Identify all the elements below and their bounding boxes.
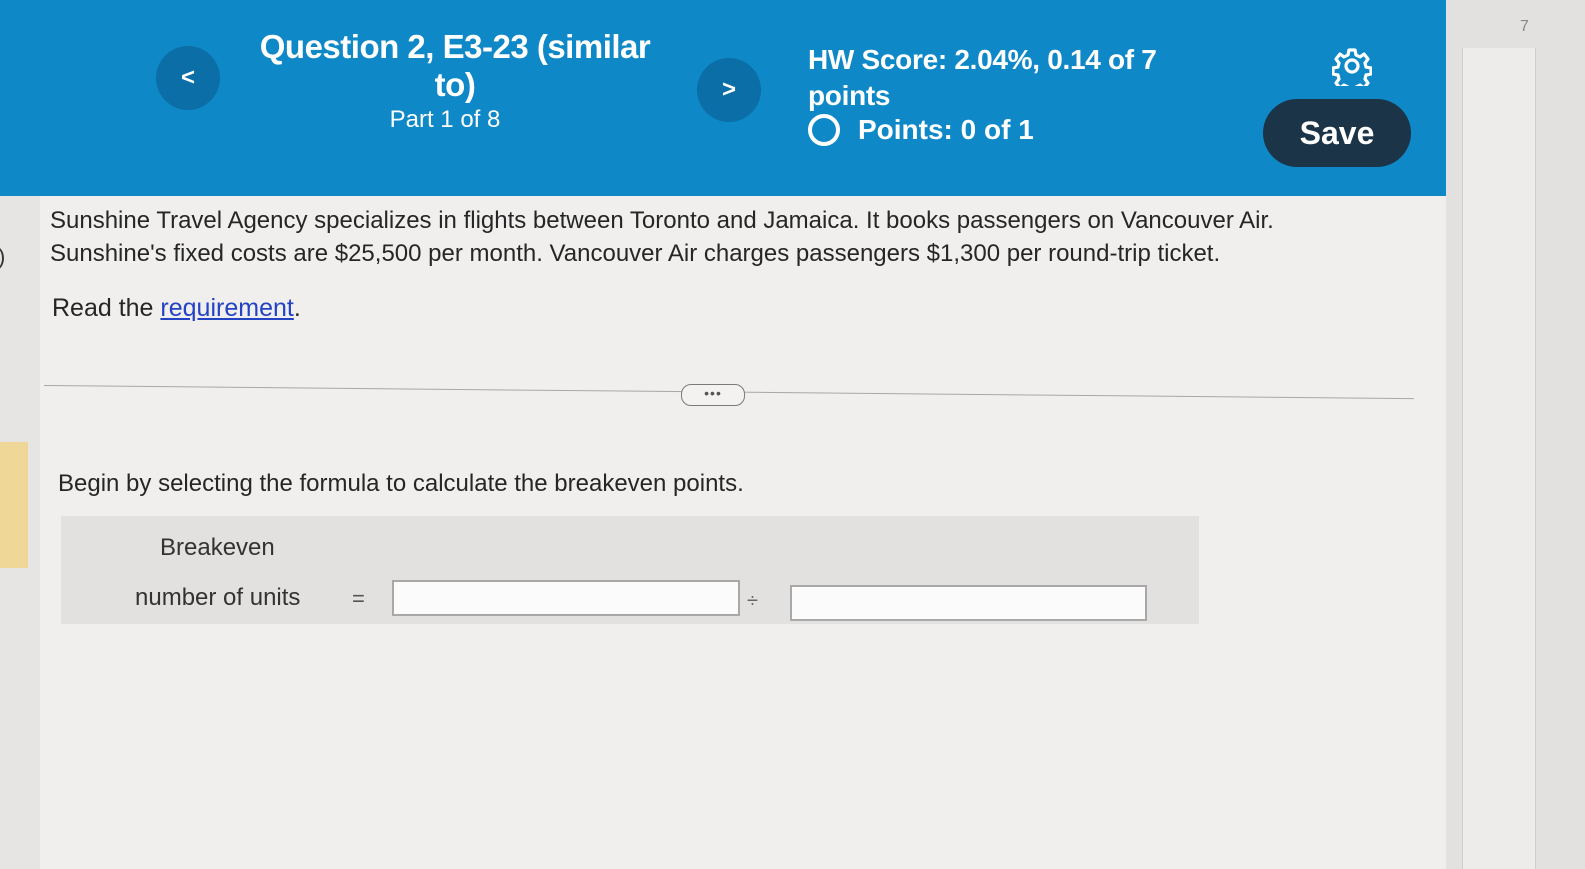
problem-statement: Sunshine Travel Agency specializes in fl… xyxy=(50,207,1274,267)
read-requirement-line: Read the requirement. xyxy=(52,294,301,323)
hw-score: HW Score: 2.04%, 0.14 of 7 points xyxy=(808,44,1157,111)
formula-label-line1: Breakeven xyxy=(160,534,275,561)
formula-label-line2: number of units xyxy=(135,584,301,611)
chevron-right-icon: > xyxy=(721,76,736,103)
next-question-button[interactable]: > xyxy=(697,58,761,122)
status-circle-icon xyxy=(808,114,840,146)
right-panel-inner xyxy=(1462,48,1536,869)
instruction-text: Begin by selecting the formula to calcul… xyxy=(58,470,744,497)
read-suffix: . xyxy=(293,294,301,322)
chevron-left-icon: < xyxy=(180,64,195,91)
gear-icon[interactable] xyxy=(1332,46,1372,86)
question-part: Part 1 of 8 xyxy=(389,106,501,133)
question-title: Question 2, E3-23 (similar to) xyxy=(259,28,651,103)
read-prefix: Read the xyxy=(52,294,161,322)
points-label: Points: 0 of 1 xyxy=(858,114,1034,145)
right-panel-number: 7 xyxy=(1520,18,1529,35)
formula-numerator-select[interactable] xyxy=(392,580,740,616)
formula-denominator-select[interactable] xyxy=(790,585,1147,621)
expand-more-button[interactable]: ••• xyxy=(681,384,745,406)
divide-sign: ÷ xyxy=(747,590,758,612)
equals-sign: = xyxy=(352,586,365,611)
previous-question-button[interactable]: < xyxy=(156,46,220,110)
left-highlight-tab[interactable] xyxy=(0,442,28,568)
left-edge-icon: ) xyxy=(0,244,5,270)
requirement-link[interactable]: requirement xyxy=(160,294,293,322)
points-status: Points: 0 of 1 xyxy=(808,114,1034,146)
save-button[interactable]: Save xyxy=(1263,99,1411,167)
